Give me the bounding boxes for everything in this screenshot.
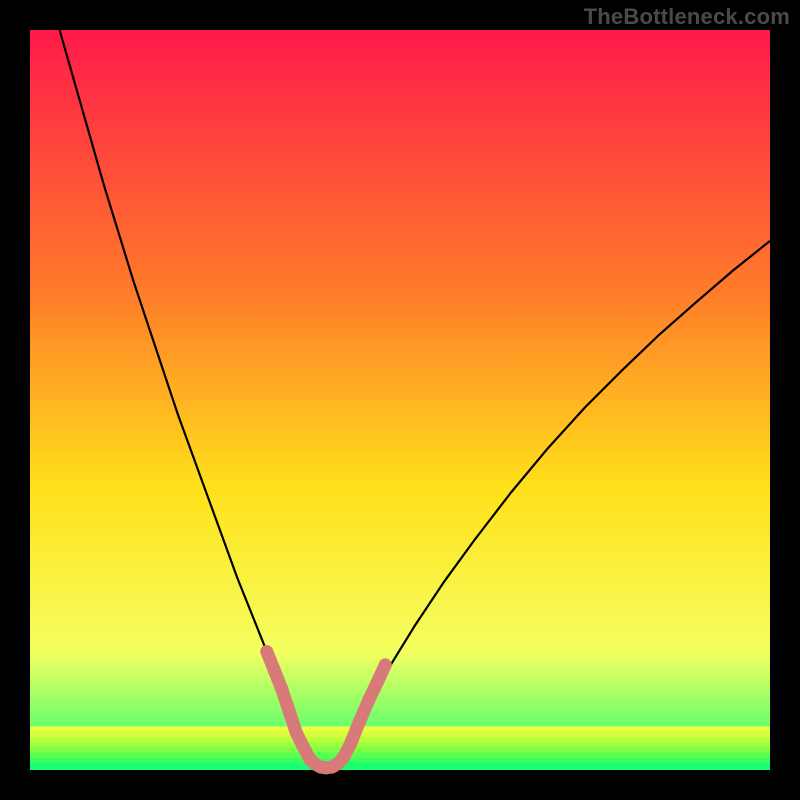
marker-dot	[344, 738, 357, 751]
marker-dot	[362, 693, 375, 706]
marker-dot	[275, 682, 288, 695]
green-band-overlay	[30, 726, 770, 770]
plot-background	[30, 30, 770, 770]
green-band	[30, 726, 770, 732]
marker-dot	[283, 704, 296, 717]
marker-dot	[268, 664, 281, 677]
green-band	[30, 747, 770, 753]
green-base	[30, 764, 770, 770]
marker-dot	[297, 741, 310, 754]
marker-dot	[353, 715, 366, 728]
bottleneck-chart	[0, 0, 800, 800]
marker-dot	[290, 727, 303, 740]
green-band	[30, 758, 770, 764]
watermark-text: TheBottleneck.com	[584, 4, 790, 30]
marker-dot	[337, 752, 350, 765]
green-band	[30, 742, 770, 748]
marker-dot	[371, 675, 384, 688]
green-band	[30, 732, 770, 738]
green-band	[30, 752, 770, 758]
marker-dot	[379, 658, 392, 671]
marker-dot	[260, 645, 273, 658]
green-band	[30, 737, 770, 743]
